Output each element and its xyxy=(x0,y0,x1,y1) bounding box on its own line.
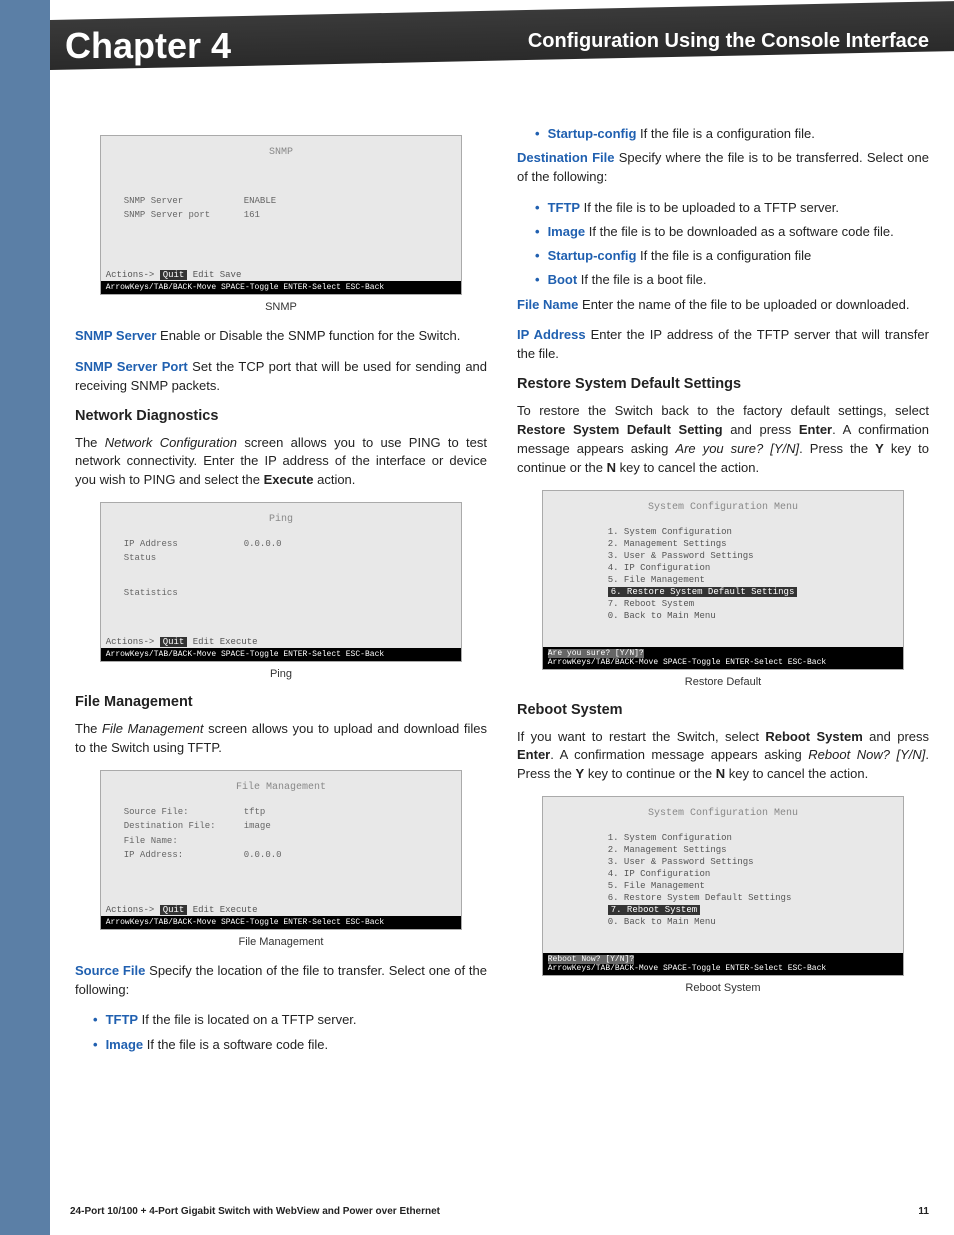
screenshot-actions: Actions-> Quit Edit Execute xyxy=(106,637,258,647)
list-item: •Boot If the file is a boot file. xyxy=(535,271,929,289)
screenshot-title: System Configuration Menu xyxy=(548,496,899,519)
screenshot-title: Ping xyxy=(106,508,457,531)
screenshot-ping: Ping IP Address0.0.0.0 Status Statistics… xyxy=(100,502,463,662)
footer-page-number: 11 xyxy=(918,1206,929,1217)
right-column: •Startup-config If the file is a configu… xyxy=(517,125,929,1060)
screenshot-footer: Are you sure? [Y/N]?ArrowKeys/TAB/BACK-M… xyxy=(543,647,904,669)
paragraph: To restore the Switch back to the factor… xyxy=(517,402,929,477)
figure-caption: Ping xyxy=(100,668,463,680)
page-footer: 24-Port 10/100 + 4-Port Gigabit Switch w… xyxy=(70,1206,929,1217)
list-item: •Image If the file is a software code fi… xyxy=(93,1036,487,1054)
paragraph: SNMP Server Port Set the TCP port that w… xyxy=(75,358,487,396)
chapter-title: Chapter 4 xyxy=(65,25,231,67)
list-item: •TFTP If the file is located on a TFTP s… xyxy=(93,1011,487,1029)
heading-file-management: File Management xyxy=(75,694,487,710)
screenshot-restore: System Configuration Menu 1. System Conf… xyxy=(542,490,905,670)
figure-snmp: SNMP SNMP ServerENABLE SNMP Server port1… xyxy=(100,135,463,313)
screenshot-reboot: System Configuration Menu 1. System Conf… xyxy=(542,796,905,976)
left-column: SNMP SNMP ServerENABLE SNMP Server port1… xyxy=(75,125,487,1060)
figure-ping: Ping IP Address0.0.0.0 Status Statistics… xyxy=(100,502,463,680)
paragraph: Source File Specify the location of the … xyxy=(75,962,487,1000)
screenshot-footer: ArrowKeys/TAB/BACK-Move SPACE-Toggle ENT… xyxy=(101,281,462,294)
screenshot-title: System Configuration Menu xyxy=(548,802,899,825)
figure-caption: Reboot System xyxy=(542,982,905,994)
chapter-subtitle: Configuration Using the Console Interfac… xyxy=(528,30,929,53)
heading-reboot-system: Reboot System xyxy=(517,702,929,718)
list-item: •Startup-config If the file is a configu… xyxy=(535,247,929,265)
figure-file-management: File Management Source File:tftp Destina… xyxy=(100,770,463,948)
screenshot-footer: ArrowKeys/TAB/BACK-Move SPACE-Toggle ENT… xyxy=(101,648,462,661)
screenshot-footer: Reboot Now? [Y/N]?ArrowKeys/TAB/BACK-Mov… xyxy=(543,953,904,975)
paragraph: File Name Enter the name of the file to … xyxy=(517,296,929,315)
screenshot-title: File Management xyxy=(106,776,457,799)
footer-product: 24-Port 10/100 + 4-Port Gigabit Switch w… xyxy=(70,1206,440,1217)
list-item: •TFTP If the file is to be uploaded to a… xyxy=(535,199,929,217)
paragraph: The Network Configuration screen allows … xyxy=(75,434,487,491)
page-header: Chapter 4 Configuration Using the Consol… xyxy=(50,0,954,85)
figure-caption: File Management xyxy=(100,936,463,948)
screenshot-footer: ArrowKeys/TAB/BACK-Move SPACE-Toggle ENT… xyxy=(101,916,462,929)
figure-caption: Restore Default xyxy=(542,676,905,688)
heading-network-diagnostics: Network Diagnostics xyxy=(75,408,487,424)
paragraph: IP Address Enter the IP address of the T… xyxy=(517,326,929,364)
paragraph: If you want to restart the Switch, selec… xyxy=(517,728,929,785)
figure-restore-default: System Configuration Menu 1. System Conf… xyxy=(542,490,905,688)
list-item: •Startup-config If the file is a configu… xyxy=(535,125,929,143)
screenshot-actions: Actions-> Quit Edit Execute xyxy=(106,905,258,915)
list-item: •Image If the file is to be downloaded a… xyxy=(535,223,929,241)
screenshot-title: SNMP xyxy=(106,141,457,164)
screenshot-snmp: SNMP SNMP ServerENABLE SNMP Server port1… xyxy=(100,135,463,295)
screenshot-actions: Actions-> Quit Edit Save xyxy=(106,270,242,280)
figure-caption: SNMP xyxy=(100,301,463,313)
paragraph: SNMP Server Enable or Disable the SNMP f… xyxy=(75,327,487,346)
paragraph: The File Management screen allows you to… xyxy=(75,720,487,758)
paragraph: Destination File Specify where the file … xyxy=(517,149,929,187)
sidebar-accent xyxy=(0,0,50,1235)
heading-restore-defaults: Restore System Default Settings xyxy=(517,376,929,392)
screenshot-file-management: File Management Source File:tftp Destina… xyxy=(100,770,463,930)
figure-reboot-system: System Configuration Menu 1. System Conf… xyxy=(542,796,905,994)
